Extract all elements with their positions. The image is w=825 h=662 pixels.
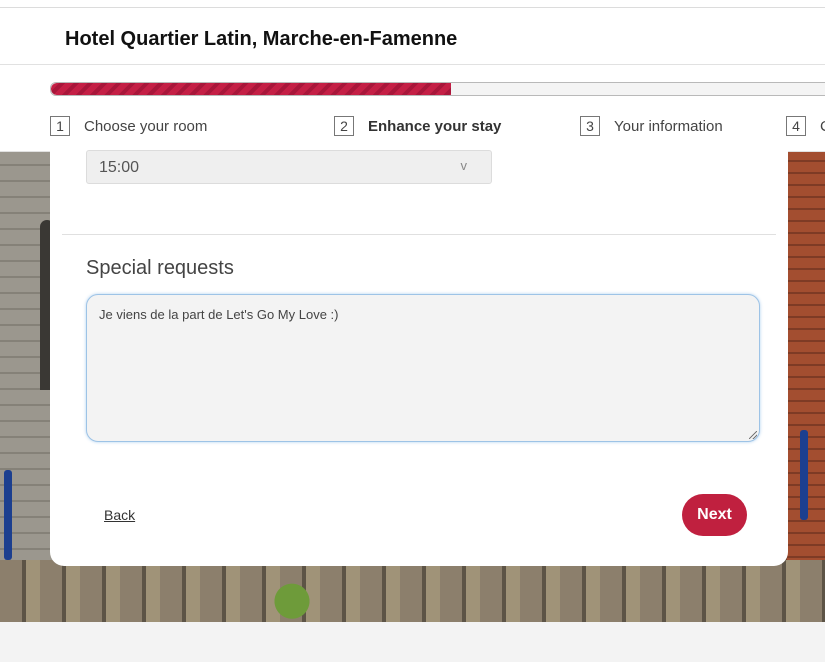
booking-progress: 1 Choose your room 2 Enhance your stay 3… — [0, 65, 825, 152]
step-label: Your information — [614, 117, 723, 135]
special-requests-title: Special requests — [86, 257, 234, 279]
hotel-name: Hotel Quartier Latin, Marche-en-Famenne — [65, 28, 458, 50]
step-number: 2 — [334, 116, 354, 136]
next-button[interactable]: Next — [682, 494, 747, 536]
arrival-time-select[interactable]: 15:00 v — [86, 150, 492, 184]
special-requests-textarea[interactable]: Je viens de la part de Let's Go My Love … — [86, 294, 760, 442]
step-number: 3 — [580, 116, 600, 136]
arrival-time-value: 15:00 — [99, 159, 140, 176]
special-requests-text: Je viens de la part de Let's Go My Love … — [99, 307, 339, 322]
chevron-down-icon: v — [460, 158, 468, 173]
progress-fill — [51, 83, 451, 95]
step-enhance-stay[interactable]: 2 Enhance your stay — [334, 116, 501, 136]
step-label: C — [820, 118, 825, 135]
step-your-information[interactable]: 3 Your information — [580, 116, 723, 136]
step-number: 4 — [786, 116, 806, 136]
divider — [62, 234, 776, 235]
step-choose-room[interactable]: 1 Choose your room — [50, 116, 207, 136]
step-list: 1 Choose your room 2 Enhance your stay 3… — [50, 116, 825, 136]
step-number: 1 — [50, 116, 70, 136]
resize-handle-icon[interactable] — [749, 431, 757, 439]
top-strip — [0, 0, 825, 8]
back-link[interactable]: Back — [104, 507, 135, 523]
header: Hotel Quartier Latin, Marche-en-Famenne — [0, 8, 825, 65]
step-label: Enhance your stay — [368, 117, 502, 135]
step-label: Choose your room — [84, 117, 208, 135]
progress-bar — [50, 82, 825, 96]
enhance-stay-card: 15:00 v Special requests Je viens de la … — [50, 140, 788, 566]
step-4[interactable]: 4 C — [786, 116, 825, 136]
